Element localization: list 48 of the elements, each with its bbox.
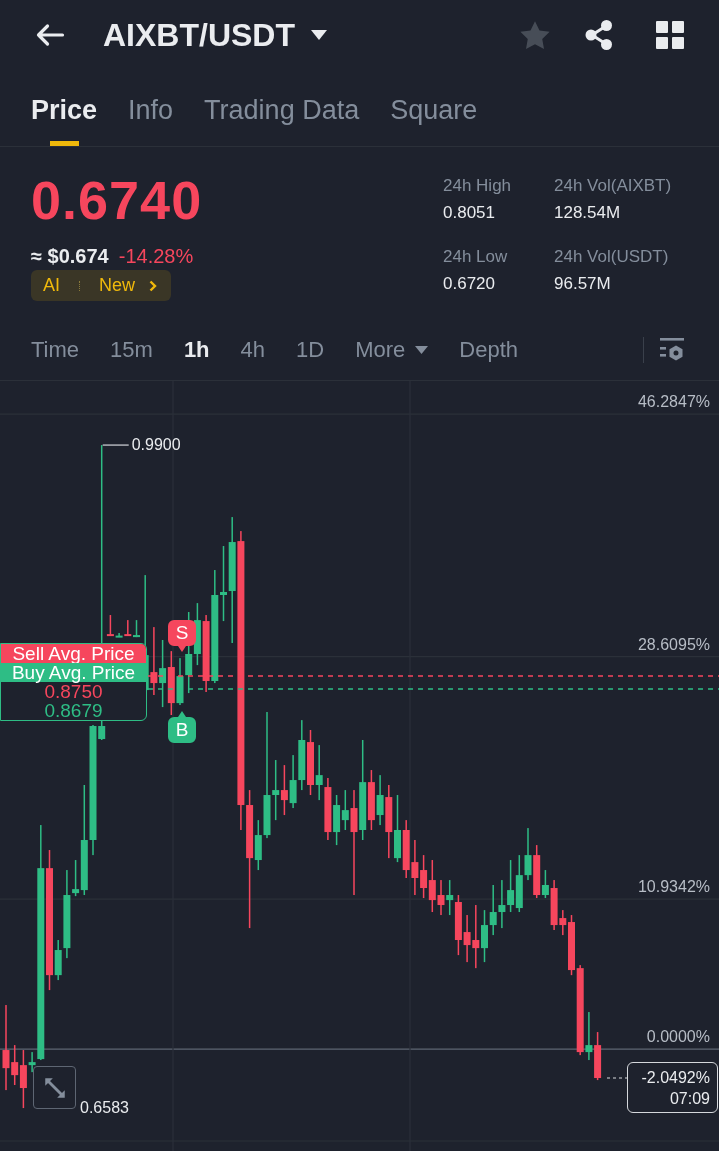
stat-label: 24h High xyxy=(443,175,512,197)
stat-value: 0.8051 xyxy=(443,202,495,224)
high-price-leader-line xyxy=(102,444,130,446)
average-price-title: Sell Avg. Price xyxy=(1,644,146,663)
pair-selector-button[interactable]: AIXBT/USDT xyxy=(103,16,327,54)
ai-news-button[interactable]: AI New xyxy=(31,270,172,301)
grid-icon[interactable] xyxy=(656,21,684,49)
stat-label: 24h Vol(USDT) xyxy=(554,246,669,268)
last-price: 0.6740 xyxy=(31,169,204,231)
stat-label: 24h Vol(AIXBT) xyxy=(554,175,672,197)
interval-option[interactable]: 15m xyxy=(110,336,153,364)
stat-label: 24h Low xyxy=(443,246,508,268)
caret-icon xyxy=(415,346,429,354)
fiat-price: ≈ $0.674 xyxy=(31,244,109,269)
tab[interactable]: Price xyxy=(31,94,98,146)
stat-value: 96.57M xyxy=(554,273,611,295)
interval-dropdown[interactable]: More xyxy=(355,336,429,364)
interval-option[interactable]: 4h xyxy=(240,336,266,364)
change-percent: -14.28% xyxy=(118,244,194,269)
countdown-label: 07:09 xyxy=(669,1088,710,1109)
high-price-label: 0.9900 xyxy=(131,435,181,456)
axis-label: 10.9342% xyxy=(637,877,710,898)
axis-label: 28.6095% xyxy=(637,634,710,655)
share-icon[interactable] xyxy=(585,20,613,50)
buy-marker: B xyxy=(168,711,196,743)
stat-value: 128.54M xyxy=(554,202,621,224)
average-price-value: 0.8750 xyxy=(44,682,104,701)
tab[interactable]: Square xyxy=(390,94,478,146)
chevron-right-icon xyxy=(149,279,158,292)
axis-label: 0.0000% xyxy=(646,1027,710,1048)
stat-value: 0.6720 xyxy=(443,273,495,295)
chart-settings-icon[interactable] xyxy=(660,338,684,362)
back-arrow-icon[interactable] xyxy=(35,23,65,47)
interval-option[interactable]: 1D xyxy=(296,336,325,364)
average-price-value: 0.8679 xyxy=(43,701,104,720)
tab[interactable]: Info xyxy=(128,94,174,146)
interval-option[interactable]: Time xyxy=(31,336,80,364)
price-change-label: -2.0492% xyxy=(641,1067,710,1088)
sell-marker: S xyxy=(168,620,196,652)
axis-label: 46.2847% xyxy=(637,392,710,413)
caret-icon xyxy=(311,30,327,40)
expand-button[interactable] xyxy=(33,1066,76,1109)
star-icon[interactable] xyxy=(520,20,550,50)
interval-option[interactable]: Depth xyxy=(459,336,518,364)
average-price-title: Buy Avg. Price xyxy=(1,663,146,682)
low-price-label: 0.6583 xyxy=(80,1098,129,1118)
tab[interactable]: Trading Data xyxy=(204,94,360,146)
interval-option[interactable]: 1h xyxy=(183,336,210,364)
